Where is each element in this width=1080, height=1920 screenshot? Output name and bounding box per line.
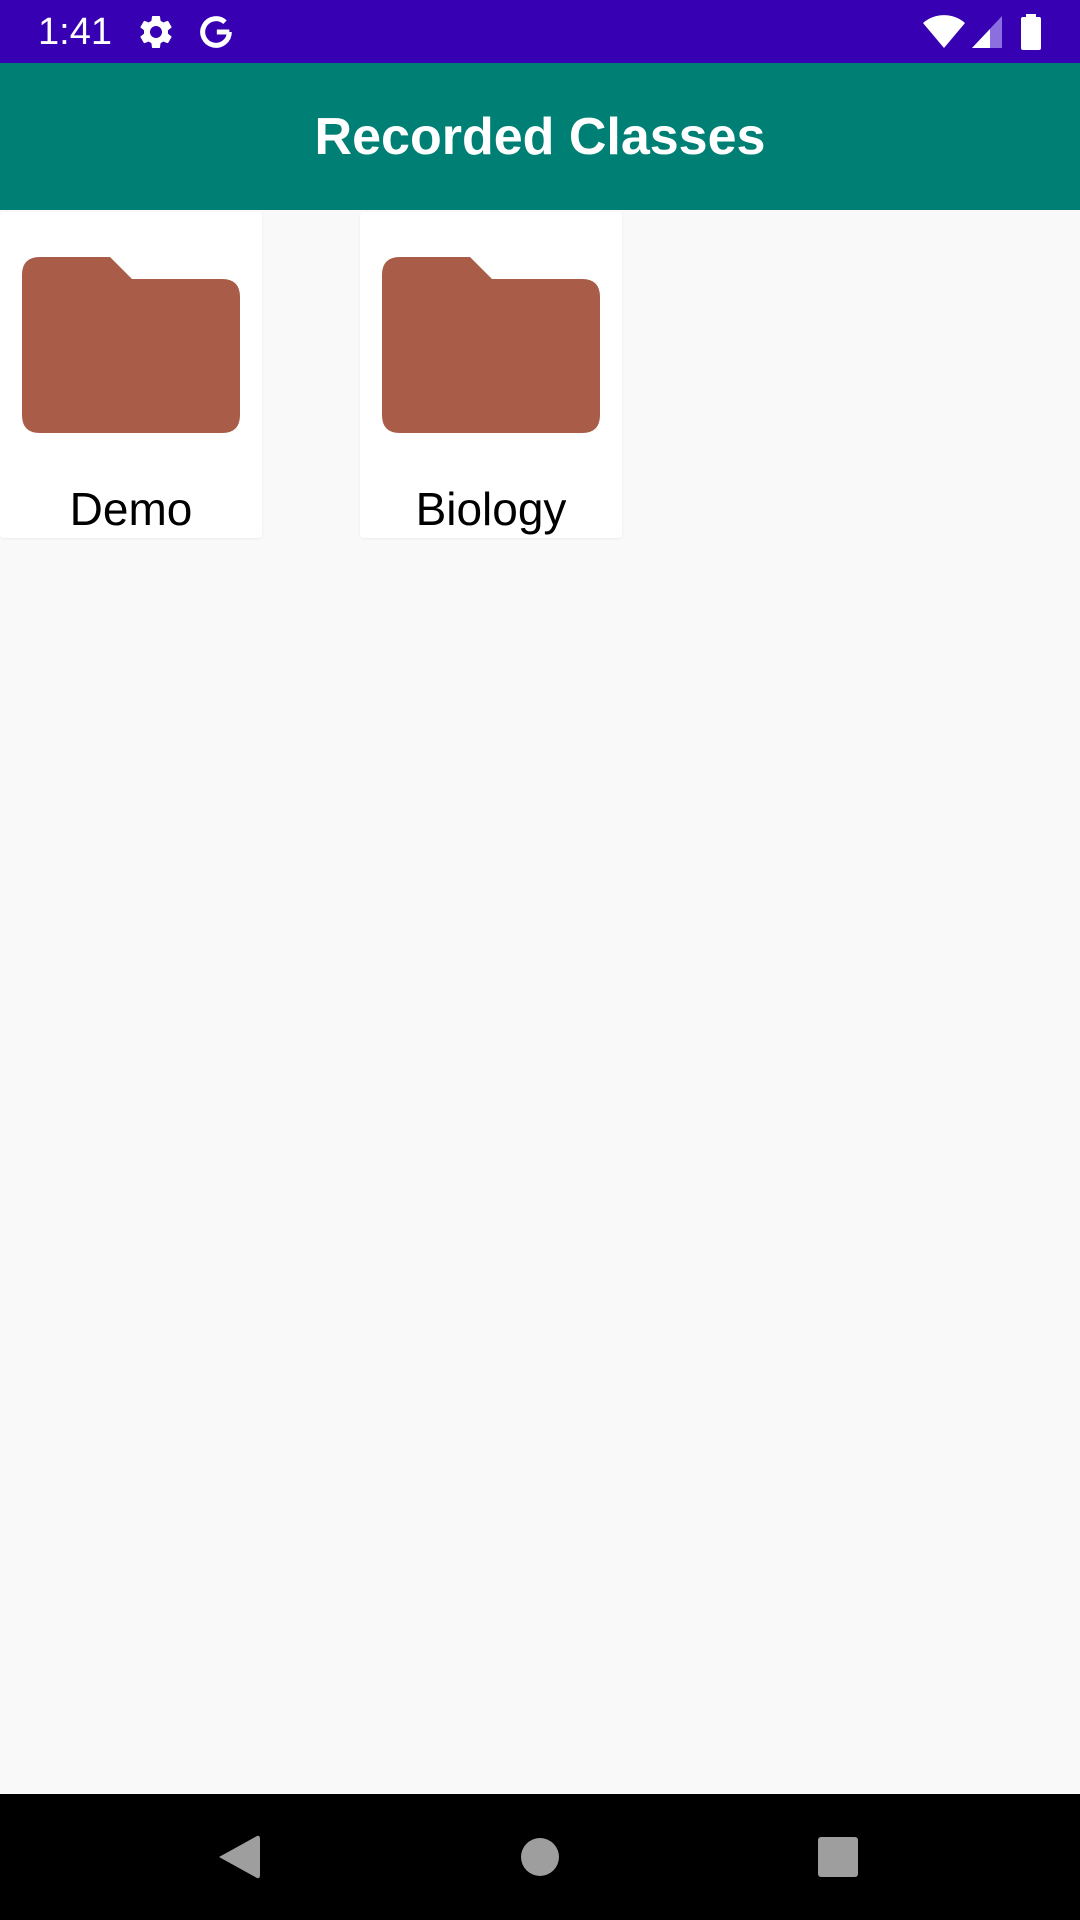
status-bar: 1:41: [0, 0, 1080, 63]
folder-label: Demo: [69, 483, 193, 535]
folder-card-biology[interactable]: Biology: [360, 212, 622, 538]
app-bar: Recorded Classes: [0, 63, 1080, 210]
folder-grid: Demo Biology: [0, 210, 1080, 1794]
recents-icon: [818, 1837, 858, 1877]
back-button[interactable]: [179, 1794, 299, 1920]
folder-icon: [22, 257, 240, 433]
battery-icon: [1020, 0, 1042, 63]
status-time: 1:41: [38, 11, 112, 53]
navigation-bar: [0, 1794, 1080, 1920]
settings-icon: [136, 0, 176, 63]
home-icon: [521, 1838, 559, 1876]
google-icon: [196, 0, 236, 63]
page-title: Recorded Classes: [314, 107, 766, 166]
cell-signal-icon: [970, 0, 1004, 63]
folder-card-demo[interactable]: Demo: [0, 212, 262, 538]
recents-button[interactable]: [778, 1794, 898, 1920]
home-button[interactable]: [480, 1794, 600, 1920]
folder-icon: [382, 257, 600, 433]
folder-label: Biology: [415, 483, 567, 535]
back-icon: [219, 1835, 260, 1879]
wifi-icon: [922, 0, 966, 63]
